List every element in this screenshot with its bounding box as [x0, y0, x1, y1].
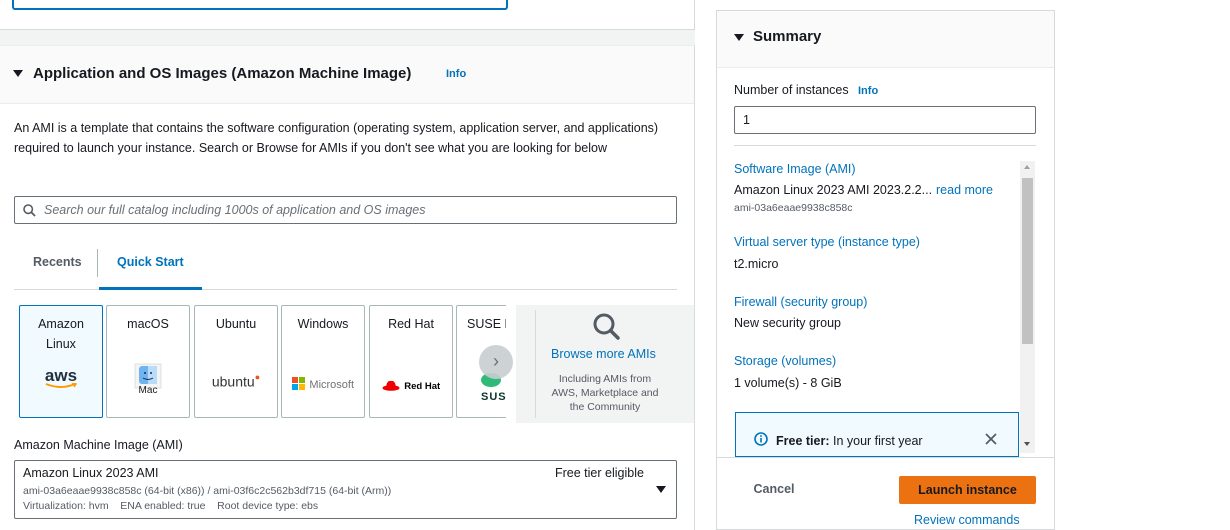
- instances-label: Number of instances: [734, 83, 849, 97]
- scroll-up-icon[interactable]: [1024, 165, 1030, 169]
- instances-info-link[interactable]: Info: [858, 85, 878, 97]
- software-image-link[interactable]: Software Image (AMI): [734, 162, 856, 176]
- launch-instance-button[interactable]: Launch instance: [899, 476, 1036, 504]
- search-icon: [23, 204, 36, 217]
- ami-search-input[interactable]: Search our full catalog including 1000s …: [14, 196, 677, 224]
- ami-section-title: Application and OS Images (Amazon Machin…: [33, 65, 412, 82]
- search-placeholder: Search our full catalog including 1000s …: [44, 203, 426, 217]
- caret-down-icon[interactable]: [13, 70, 23, 77]
- finder-icon: Mac: [107, 363, 189, 396]
- tab-recents[interactable]: Recents: [33, 255, 82, 269]
- software-image-value: Amazon Linux 2023 AMI 2023.2.2...: [734, 183, 933, 197]
- tile-macos[interactable]: macOS Mac: [106, 305, 190, 418]
- tile-label: Windows: [297, 317, 349, 331]
- scroll-down-icon[interactable]: [1024, 442, 1030, 446]
- instance-type-link[interactable]: Virtual server type (instance type): [734, 235, 920, 249]
- caret-down-icon[interactable]: [734, 34, 744, 41]
- tile-red-hat[interactable]: Red Hat Red Hat: [369, 305, 453, 418]
- browse-separator: [535, 310, 536, 418]
- read-more-link[interactable]: read more: [936, 183, 993, 197]
- instances-input[interactable]: 1: [734, 106, 1036, 134]
- tile-windows[interactable]: Windows Microsoft: [281, 305, 365, 418]
- dropdown-caret-icon: [656, 486, 666, 493]
- firewall-link[interactable]: Firewall (security group): [734, 295, 867, 309]
- summary-footer-divider: [717, 457, 1054, 458]
- review-commands-link[interactable]: Review commands: [914, 513, 1020, 527]
- firewall-value: New security group: [734, 316, 841, 330]
- tile-label: SUSE L: [467, 317, 506, 331]
- microsoft-logo-icon: Microsoft: [282, 375, 364, 393]
- close-icon[interactable]: [985, 433, 997, 445]
- name-input-partial[interactable]: [12, 0, 508, 10]
- cancel-button[interactable]: Cancel: [740, 476, 808, 502]
- software-image-id: ami-03a6eaae9938c858c: [734, 202, 853, 214]
- tile-ubuntu[interactable]: Ubuntu ubuntu●: [194, 305, 278, 418]
- tile-label: Amazon Linux: [38, 317, 84, 351]
- aws-logo-icon: aws: [44, 366, 78, 388]
- tab-separator: [97, 249, 98, 277]
- tiles-next-button[interactable]: ›: [479, 345, 513, 379]
- ami-section-header[interactable]: Application and OS Images (Amazon Machin…: [0, 46, 694, 104]
- browse-more-amis-link[interactable]: Browse more AMIs: [551, 347, 656, 361]
- red-hat-logo-icon: Red Hat: [370, 376, 452, 394]
- summary-header[interactable]: Summary: [717, 11, 1054, 68]
- instance-type-value: t2.micro: [734, 257, 779, 271]
- tile-label: Ubuntu: [215, 317, 257, 331]
- browse-more-subtext: Including AMIs from AWS, Marketplace and…: [551, 373, 659, 413]
- free-tier-badge: Free tier eligible: [555, 466, 644, 480]
- summary-divider: [734, 145, 1036, 146]
- info-circle-icon: [754, 432, 768, 446]
- tile-label: macOS: [127, 317, 169, 331]
- ami-ids: ami-03a6eaae9938c858c (64-bit (x86)) / a…: [23, 485, 392, 497]
- ubuntu-logo-icon: ubuntu●: [211, 372, 261, 390]
- suse-logo-text: SUS: [481, 391, 506, 403]
- tile-label: Red Hat: [388, 317, 434, 331]
- ami-select[interactable]: Amazon Linux 2023 AMI Free tier eligible…: [14, 460, 677, 519]
- summary-title: Summary: [753, 28, 822, 45]
- tab-quick-start[interactable]: Quick Start: [117, 255, 184, 269]
- ami-info-link[interactable]: Info: [446, 68, 466, 80]
- ami-meta: Virtualization: hvm ENA enabled: true Ro…: [23, 500, 319, 512]
- free-tier-text: Free tier: In your first year: [776, 434, 923, 448]
- chevron-right-icon: ›: [493, 351, 499, 371]
- tile-amazon-linux[interactable]: Amazon Linux aws: [19, 305, 103, 418]
- ami-field-label: Amazon Machine Image (AMI): [14, 438, 183, 452]
- storage-link[interactable]: Storage (volumes): [734, 354, 836, 368]
- magnifier-icon: [593, 313, 620, 340]
- scrollbar-thumb[interactable]: [1022, 178, 1033, 344]
- ami-description: An AMI is a template that contains the s…: [14, 121, 659, 155]
- free-tier-alert: Free tier: In your first year: [735, 412, 1019, 457]
- tab-active-indicator: [99, 287, 202, 290]
- storage-value: 1 volume(s) - 8 GiB: [734, 376, 842, 390]
- instances-value: 1: [743, 113, 750, 127]
- ami-name: Amazon Linux 2023 AMI: [23, 466, 159, 480]
